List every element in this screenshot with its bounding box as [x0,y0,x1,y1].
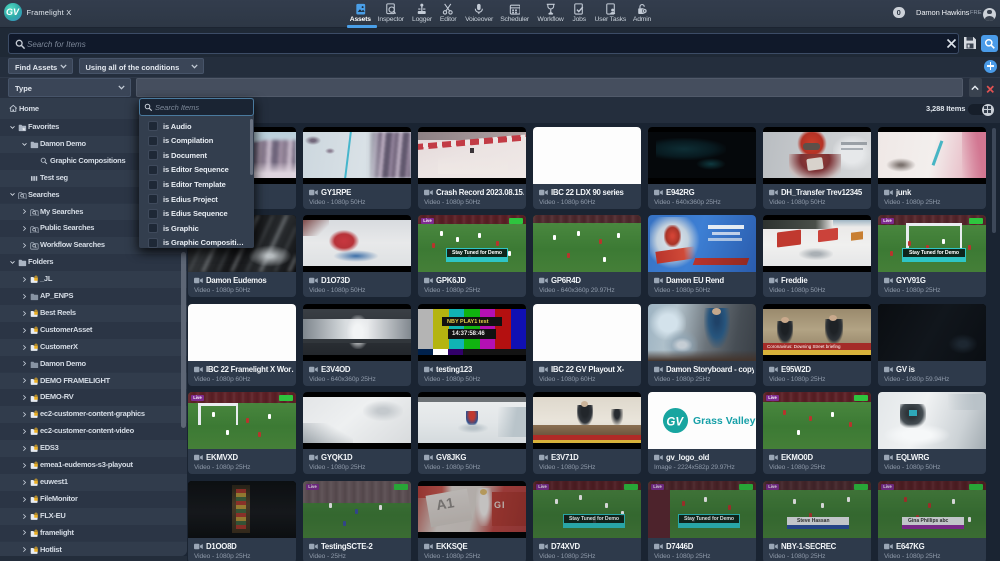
svg-text:GV: GV [666,416,684,428]
